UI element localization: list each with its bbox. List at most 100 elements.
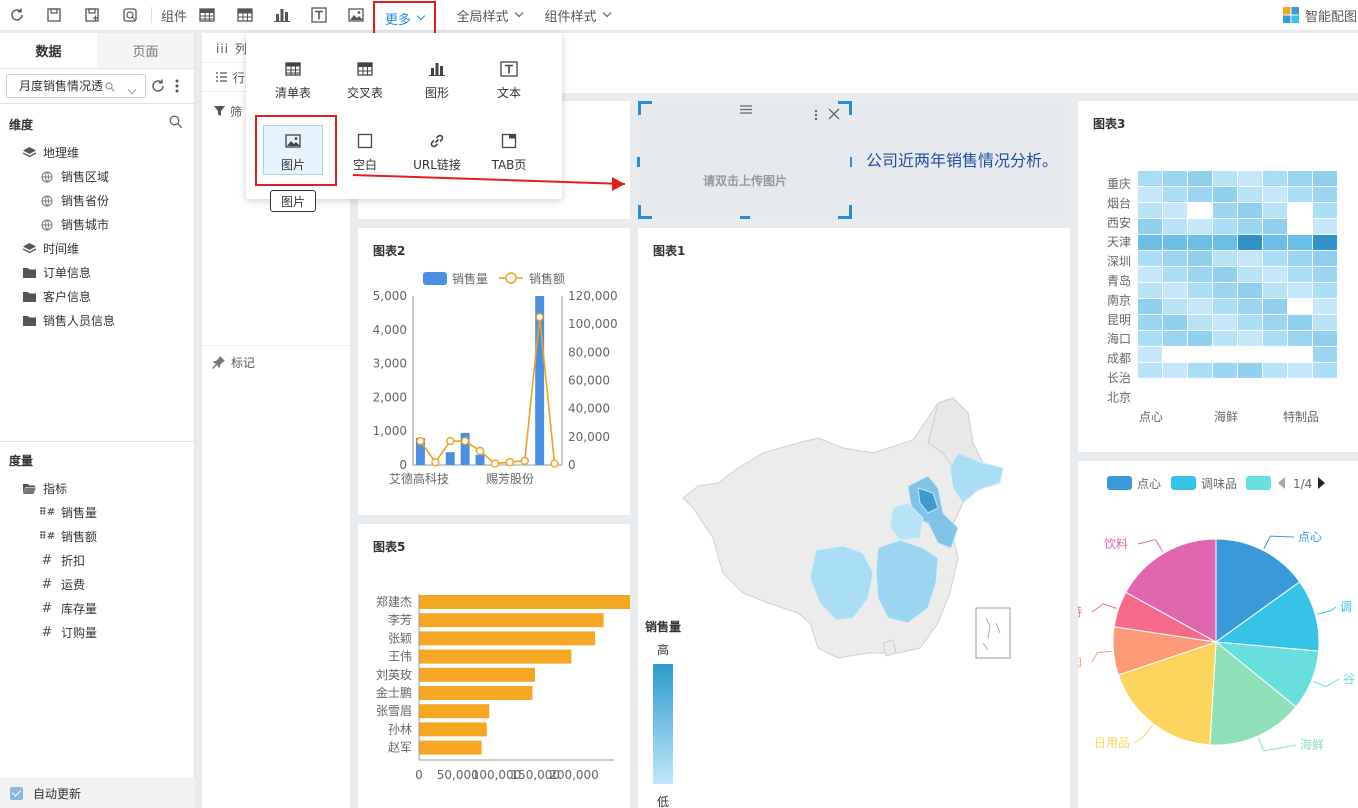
tree-item[interactable]: 销售城市 — [40, 216, 109, 233]
tab-page-item[interactable]: TAB页 — [474, 126, 544, 176]
chart1-card[interactable]: 图表1 销售量 高 低 — [638, 228, 1070, 808]
pie-card[interactable]: 点心 调味品 1/4 点心调谷海鲜 日用品 肉 特 饮料 — [1078, 461, 1358, 808]
bar-chart-icon — [429, 58, 445, 80]
bar — [475, 454, 485, 465]
y-tick-label: 北京 — [1107, 390, 1131, 404]
tree-item[interactable]: 订单信息 — [22, 264, 91, 281]
heatmap-cell — [1213, 218, 1237, 234]
heatmap-cell — [1238, 298, 1262, 314]
heatmap-cell — [1188, 186, 1212, 202]
resize-handle[interactable] — [638, 205, 652, 219]
drag-handle-icon[interactable] — [740, 103, 752, 117]
x-tick-label: 赐芳股份 — [486, 472, 534, 486]
cross-table-icon[interactable] — [234, 0, 256, 30]
text-icon[interactable] — [308, 0, 330, 30]
chart5-svg: 郑建杰李芳张颖王伟刘英玫金士鹏张雪眉孙林赵军0 50,000100,000150,… — [376, 594, 630, 782]
y-tick-label-right: 0 — [568, 458, 576, 472]
reload-icon[interactable] — [150, 78, 166, 97]
search-icon[interactable] — [169, 115, 183, 132]
mark-shelf[interactable]: 标记 — [212, 354, 255, 371]
component-style-menu[interactable]: 组件样式 — [541, 0, 613, 30]
y-tick-label-left: 3,000 — [373, 357, 407, 371]
refresh-icon[interactable] — [6, 0, 28, 30]
toolbar-divider — [151, 7, 152, 23]
heatmap-cell — [1188, 282, 1212, 298]
close-icon[interactable] — [828, 108, 840, 123]
chart-icon[interactable] — [271, 0, 293, 30]
folder-icon — [22, 314, 36, 328]
preview-icon[interactable] — [119, 0, 141, 30]
dataset-select[interactable]: 月度销售情况透 — [6, 74, 146, 98]
heatmap-cell — [1238, 346, 1262, 362]
text-widget[interactable]: 公司近两年销售情况分析。 — [862, 150, 1062, 172]
resize-handle[interactable] — [740, 216, 750, 219]
y-tick-label: 重庆 — [1107, 177, 1131, 191]
heatmap-cell — [1188, 330, 1212, 346]
chart-item[interactable]: 图形 — [402, 54, 472, 104]
chart3-card[interactable]: 图表3 重庆 烟台 西安 天津 深圳 青岛 南京 昆明 海口 成都 长治 北京 点心 海鲜 特制品 — [1078, 101, 1358, 452]
more-vertical-icon[interactable] — [174, 78, 180, 97]
line-point — [460, 436, 470, 446]
resize-handle[interactable] — [838, 101, 852, 115]
image-icon[interactable] — [345, 0, 367, 30]
heatmap-cell — [1313, 362, 1337, 378]
tree-item[interactable]: # 运费 — [40, 576, 85, 593]
image-placeholder[interactable]: 请双击上传图片 — [703, 172, 787, 189]
more-button[interactable]: 更多 — [373, 1, 436, 35]
chart5-card[interactable]: 图表5 郑建杰 李芳 张颖 王伟 刘英玫 金士鹏 张雪眉 孙林 赵军 0 50,000 100,000… — [358, 524, 630, 808]
list-table-icon[interactable] — [196, 0, 218, 30]
hash-icon: # — [41, 601, 53, 616]
more-vertical-icon[interactable] — [814, 109, 818, 124]
heatmap-cell — [1163, 186, 1187, 202]
dropdown-item-label: 清单表 — [274, 86, 311, 100]
more-label: 更多 — [384, 12, 411, 28]
global-style-menu[interactable]: 全局样式 — [453, 0, 525, 30]
heatmap-cell — [1288, 362, 1312, 378]
smart-color-button[interactable]: 智能配图 — [1283, 0, 1358, 30]
heatmap-cell — [1313, 202, 1337, 218]
heatmap-cell — [1288, 186, 1312, 202]
tree-item[interactable]: 销售区域 — [40, 168, 109, 185]
chart2-card[interactable]: 图表2 销售量 销售额 5,000 4,000 3,000 2,000 1,000 0 120,… — [358, 228, 630, 515]
china-map — [682, 397, 1011, 659]
tree-item-label: 库存量 — [61, 602, 98, 616]
text-item[interactable]: 文本 — [474, 54, 544, 104]
resize-handle[interactable] — [638, 101, 652, 115]
folder-icon — [22, 290, 36, 304]
auto-update-toggle[interactable]: 自动更新 — [0, 778, 195, 808]
tree-item[interactable]: 销售人员信息 — [22, 312, 115, 329]
tree-item[interactable]: ⠿# 销售额 — [38, 528, 97, 545]
tree-item[interactable]: 销售省份 — [40, 192, 109, 209]
tree-item[interactable]: # 折扣 — [40, 552, 85, 569]
calc-hash-icon: ⠿# — [38, 531, 56, 542]
tab-data[interactable]: 数据 — [0, 33, 97, 68]
heatmap-cell — [1263, 298, 1287, 314]
y-tick-label: 昆明 — [1107, 313, 1131, 327]
tree-item[interactable]: 指标 — [22, 480, 67, 497]
tree-item[interactable]: ⠿# 销售量 — [39, 504, 97, 521]
resize-handle[interactable] — [838, 205, 852, 219]
dropdown-item-label: 文本 — [496, 86, 521, 100]
dropdown-item-label: 交叉表 — [346, 86, 383, 100]
save-as-icon[interactable] — [81, 0, 103, 30]
list-table-item[interactable]: 清单表 — [258, 54, 328, 104]
tree-item[interactable]: 地理维 — [22, 144, 79, 161]
checkbox-checked-icon[interactable] — [10, 786, 23, 800]
tree-item[interactable]: # 库存量 — [40, 600, 97, 617]
save-icon[interactable] — [43, 0, 65, 30]
filter-shelf[interactable]: 筛 — [214, 103, 242, 120]
tab-page[interactable]: 页面 — [97, 33, 194, 68]
tree-item[interactable]: # 订购量 — [40, 624, 97, 641]
resize-handle[interactable] — [637, 157, 640, 167]
url-link-item[interactable]: URL链接 — [402, 126, 472, 176]
pie-label: 饮料 — [1104, 537, 1128, 551]
map-legend-gradient[interactable] — [653, 664, 673, 784]
blank-item[interactable]: 空白 — [330, 126, 400, 176]
tree-item[interactable]: 客户信息 — [22, 288, 91, 305]
y-tick-label-left: 1,000 — [373, 424, 407, 438]
cross-table-item[interactable]: 交叉表 — [330, 54, 400, 104]
heatmap-cell — [1263, 218, 1287, 234]
image-widget[interactable] — [637, 101, 853, 219]
tree-item[interactable]: 时间维 — [22, 240, 79, 257]
pie-label: 特 — [1078, 604, 1082, 619]
